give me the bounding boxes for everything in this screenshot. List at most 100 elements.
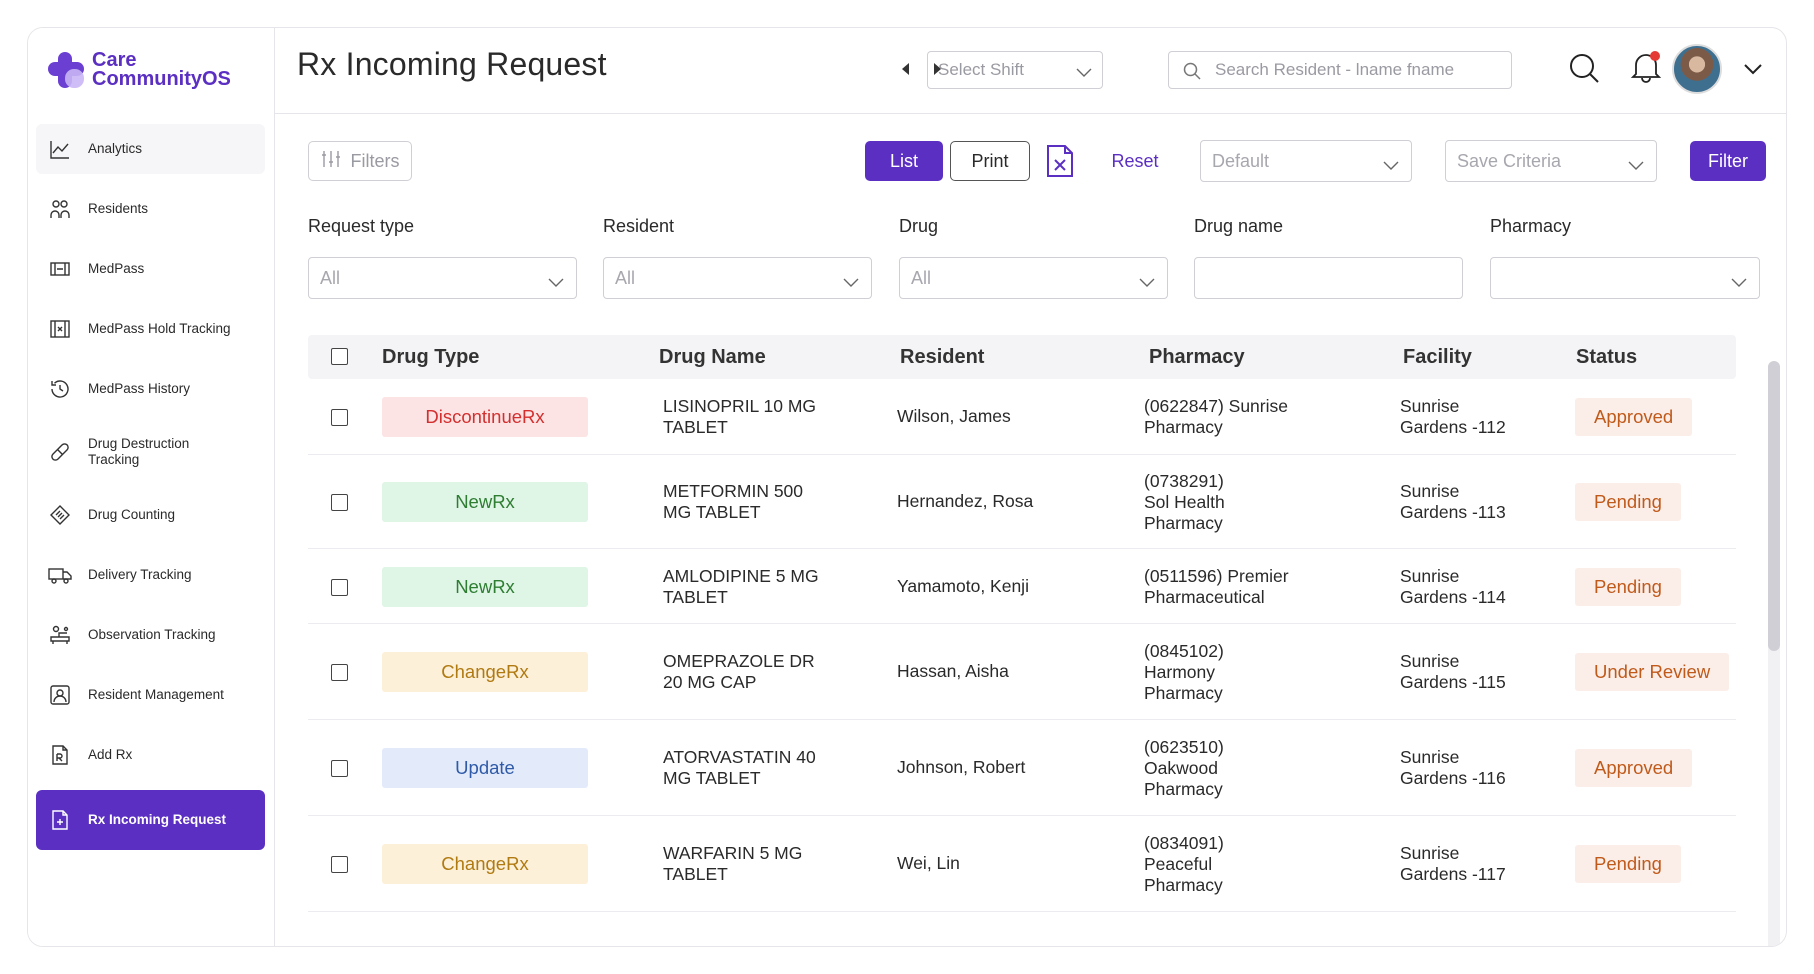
sidebar-item-drug-destruction-tracking[interactable]: Drug Destruction Tracking: [36, 424, 265, 480]
print-label: Print: [971, 150, 1009, 171]
filters-button[interactable]: Filters: [308, 141, 412, 181]
logo-text: Care CommunityOS: [92, 50, 231, 89]
drug-name-cell: OMEPRAZOLE DR 20 MG CAP: [663, 651, 815, 692]
sidebar-item-drug-counting[interactable]: Drug Counting: [36, 490, 265, 540]
sidebar-item-medpass-history[interactable]: MedPass History: [36, 364, 265, 414]
export-excel-icon[interactable]: [1045, 144, 1075, 183]
column-facility[interactable]: Facility: [1403, 346, 1472, 369]
table-row[interactable]: ChangeRx OMEPRAZOLE DR 20 MG CAP Hassan, A…: [308, 624, 1736, 720]
facility-cell: Sunrise Gardens -116: [1400, 747, 1506, 788]
table-row[interactable]: DiscontinueRx LISINOPRIL 10 MG TABLET Wils…: [308, 379, 1736, 455]
resident-label: Resident: [603, 216, 675, 236]
list-button[interactable]: List: [865, 141, 943, 181]
row-checkbox[interactable]: [331, 664, 348, 681]
row-checkbox[interactable]: [331, 856, 348, 873]
default-view-value: Default: [1212, 151, 1270, 171]
chevron-down-icon: [1076, 63, 1092, 83]
resident-dropdown[interactable]: All: [603, 257, 872, 299]
reset-button[interactable]: Reset: [1100, 141, 1170, 181]
bell-icon[interactable]: [1630, 50, 1662, 89]
sidebar-item-rx-incoming-request[interactable]: Rx Incoming Request: [36, 790, 265, 850]
sidebar-item-label: Observation Tracking: [88, 627, 216, 642]
facility-cell: Sunrise Gardens -113: [1400, 481, 1506, 522]
pharmacy-cell: (0622847) Sunrise Pharmacy: [1144, 396, 1288, 437]
save-criteria-placeholder: Save Criteria: [1457, 151, 1562, 171]
sidebar-item-delivery-tracking[interactable]: Delivery Tracking: [36, 550, 265, 600]
column-pharmacy[interactable]: Pharmacy: [1149, 346, 1245, 369]
sidebar-item-label: Drug Destruction Tracking: [88, 436, 190, 467]
drug-dropdown[interactable]: All: [899, 257, 1168, 299]
sidebar-item-label: Analytics: [88, 141, 143, 156]
chevron-down-icon: [1139, 272, 1155, 293]
sidebar-item-add-rx[interactable]: Add Rx: [36, 730, 265, 780]
sidebar-item-label: MedPass Hold Tracking: [88, 321, 231, 336]
people-icon: [48, 197, 72, 221]
table-row[interactable]: NewRx AMLODIPINE 5 MG TABLET Yamamoto, Ken…: [308, 549, 1736, 624]
row-checkbox[interactable]: [331, 494, 348, 511]
row-checkbox[interactable]: [331, 409, 348, 426]
table-scrollbar[interactable]: [1768, 361, 1780, 946]
facility-cell: Sunrise Gardens -112: [1400, 396, 1506, 437]
sidebar-item-resident-management[interactable]: Resident Management: [36, 670, 265, 720]
facility-cell: Sunrise Gardens -117: [1400, 843, 1506, 884]
request-type-value: All: [320, 268, 341, 288]
select-shift-dropdown[interactable]: Select Shift: [927, 51, 1103, 89]
status-badge: Pending: [1575, 483, 1681, 521]
scrollbar-thumb[interactable]: [1768, 361, 1780, 651]
pill-icon: [48, 440, 72, 464]
resident-cell: Johnson, Robert: [897, 757, 1026, 777]
sidebar-item-residents[interactable]: Residents: [36, 184, 265, 234]
status-badge: Under Review: [1575, 653, 1730, 691]
sidebar-item-medpass-hold-tracking[interactable]: MedPass Hold Tracking: [36, 304, 265, 354]
default-view-dropdown[interactable]: Default: [1200, 140, 1412, 182]
select-all-checkbox[interactable]: [331, 348, 348, 365]
resident-cell: Wei, Lin: [897, 853, 960, 873]
row-checkbox[interactable]: [331, 578, 348, 596]
reset-label: Reset: [1111, 150, 1159, 171]
print-button[interactable]: Print: [950, 141, 1030, 181]
resident-cell: Yamamoto, Kenji: [897, 575, 1029, 596]
tag-icon: [48, 503, 72, 527]
drug-name-input[interactable]: [1194, 257, 1463, 299]
sidebar-item-medpass[interactable]: MedPass: [36, 244, 265, 294]
facility-cell: Sunrise Gardens -114: [1400, 565, 1506, 607]
drug-type-badge: DiscontinueRx: [382, 397, 588, 437]
table-row[interactable]: NewRx METFORMIN 500 MG TABLET Hernandez, R…: [308, 455, 1736, 549]
drug-value: All: [911, 268, 932, 288]
logo[interactable]: Care CommunityOS: [46, 48, 231, 92]
request-type-dropdown[interactable]: All: [308, 257, 577, 299]
resident-cell: Hassan, Aisha: [897, 661, 1009, 681]
sidebar-item-label: Add Rx: [88, 747, 133, 762]
drug-type-badge: ChangeRx: [382, 652, 588, 692]
column-status[interactable]: Status: [1576, 346, 1637, 369]
table-row[interactable]: Update ATORVASTATIN 40 MG TABLET Johnson, …: [308, 720, 1736, 816]
request-type-label: Request type: [308, 216, 415, 236]
column-drug-name[interactable]: Drug Name: [659, 346, 766, 369]
drug-type-badge: NewRx: [382, 482, 588, 522]
avatar[interactable]: [1672, 44, 1722, 94]
pharmacy-dropdown[interactable]: [1490, 257, 1760, 299]
chevron-down-icon[interactable]: [1743, 62, 1763, 80]
table-row[interactable]: ChangeRx WARFARIN 5 MG TABLET Wei, Lin (083…: [308, 816, 1736, 912]
drug-name-cell: METFORMIN 500 MG TABLET: [663, 481, 804, 522]
column-drug-type[interactable]: Drug Type: [382, 346, 479, 369]
column-resident[interactable]: Resident: [900, 346, 984, 369]
sidebar-item-analytics[interactable]: Analytics: [36, 124, 265, 174]
truck-icon: [48, 563, 72, 587]
filter-button[interactable]: Filter: [1690, 141, 1766, 181]
drug-name-cell: LISINOPRIL 10 MG TABLET: [663, 396, 817, 437]
observation-icon: [48, 623, 72, 647]
row-checkbox[interactable]: [331, 760, 348, 777]
resident-cell: Wilson, James: [897, 406, 1011, 426]
prev-arrow-icon[interactable]: [898, 61, 914, 77]
rx-document-icon: [48, 743, 72, 767]
search-resident-input[interactable]: Search Resident - lname fname: [1168, 51, 1512, 89]
sidebar-item-observation-tracking[interactable]: Observation Tracking: [36, 610, 265, 660]
sidebar: Care CommunityOS Analytics Residents Med…: [28, 28, 275, 946]
history-icon: [48, 377, 72, 401]
search-icon[interactable]: [1568, 52, 1600, 89]
status-badge: Pending: [1575, 567, 1681, 606]
save-criteria-dropdown[interactable]: Save Criteria: [1445, 140, 1657, 182]
pharmacy-cell: (0511596) Premier Pharmaceutical: [1144, 565, 1289, 607]
search-icon: [1183, 62, 1201, 85]
